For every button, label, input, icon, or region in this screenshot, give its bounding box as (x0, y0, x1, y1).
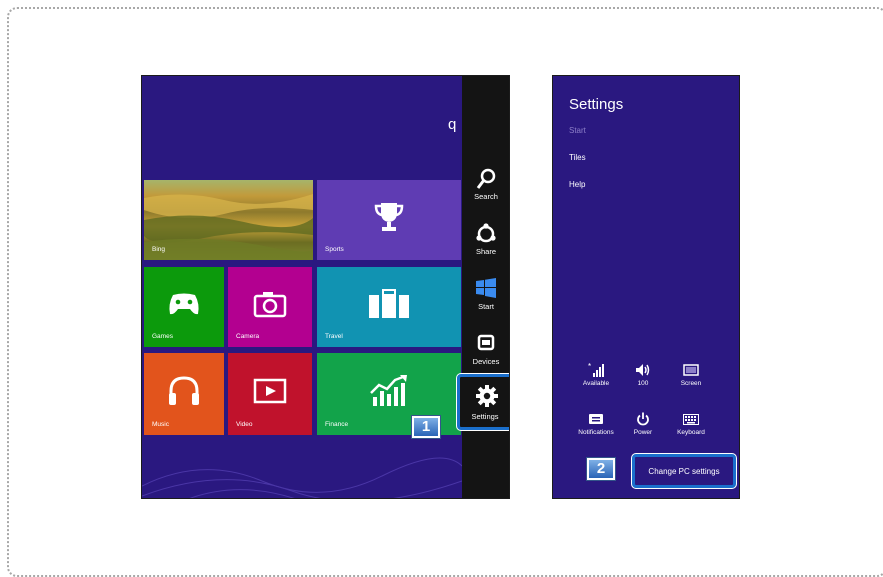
notifications-icon (589, 414, 603, 424)
tile-video[interactable]: Video (228, 353, 312, 435)
finance-chart-icon (370, 374, 407, 406)
change-pc-settings-button[interactable]: Change PC settings (632, 454, 736, 488)
quick-setting-volume[interactable]: 100 (620, 363, 666, 387)
tile-label: Camera (236, 333, 260, 340)
tile-label: Video (236, 421, 253, 428)
charm-label: Share (475, 247, 496, 256)
tile-label: Travel (325, 333, 343, 340)
power-icon (637, 412, 649, 426)
quick-setting-label: Screen (680, 380, 702, 387)
quick-setting-label: Available (582, 380, 610, 387)
share-icon (476, 223, 496, 243)
devices-icon (477, 334, 495, 351)
camera-icon (253, 291, 287, 318)
headphones-icon (169, 376, 199, 405)
tile-travel[interactable]: Travel (317, 267, 461, 347)
video-player-icon (253, 378, 287, 403)
landscape-image (144, 194, 313, 260)
charm-devices[interactable]: Devices (462, 327, 509, 377)
background-swirl (142, 457, 462, 498)
tile-games[interactable]: Games (144, 267, 224, 347)
tile-label: Finance (325, 421, 349, 428)
windows-logo-icon (476, 278, 496, 298)
quick-setting-notifications[interactable]: Notifications (573, 412, 619, 436)
search-icon (476, 168, 496, 189)
quick-setting-label: Power (633, 429, 653, 436)
quick-setting-label: Notifications (578, 429, 614, 436)
tile-label: Bing (152, 246, 166, 253)
settings-item-start[interactable]: Start (569, 126, 586, 135)
settings-item-tiles[interactable]: Tiles (569, 153, 586, 162)
quick-setting-screen[interactable]: Screen (668, 363, 714, 387)
charm-label: Search (474, 192, 498, 201)
charm-label: Devices (472, 357, 500, 366)
quick-setting-label: Keyboard (677, 429, 705, 436)
settings-item-help[interactable]: Help (569, 180, 585, 189)
start-screen: q Bing Sports Games Camera Travel Music … (141, 75, 510, 499)
quick-setting-label: 100 (637, 380, 649, 387)
step-1-badge: 1 (412, 416, 440, 438)
settings-title: Settings (569, 96, 624, 113)
settings-pane: Settings Start Tiles Help * Available 10… (552, 75, 740, 499)
charm-start[interactable]: Start (462, 272, 509, 322)
tile-label: Music (152, 421, 169, 428)
charm-search[interactable]: Search (462, 162, 509, 212)
step-2-badge: 2 (587, 458, 615, 480)
tile-sports[interactable]: Sports (317, 180, 461, 260)
charms-bar: Search Share Start Devices Settings (457, 76, 509, 498)
svg-text:*: * (588, 363, 591, 371)
screen-brightness-icon (683, 364, 699, 376)
tile-camera[interactable]: Camera (228, 267, 312, 347)
suitcase-icon (369, 288, 409, 318)
charm-label: Settings (471, 412, 499, 421)
search-text: q (448, 116, 457, 133)
speaker-icon (636, 364, 650, 376)
tile-label: Sports (325, 246, 344, 253)
charm-settings[interactable]: Settings (457, 374, 509, 430)
keyboard-icon (683, 413, 699, 425)
trophy-icon (374, 202, 404, 231)
quick-setting-keyboard[interactable]: Keyboard (668, 412, 714, 436)
network-signal-icon: * (588, 363, 604, 377)
gamepad-icon (169, 293, 199, 314)
charm-label: Start (478, 302, 494, 311)
tile-bing[interactable]: Bing (144, 180, 313, 260)
charm-share[interactable]: Share (462, 217, 509, 267)
change-pc-settings-label: Change PC settings (648, 466, 720, 476)
gear-icon (476, 385, 498, 407)
tile-music[interactable]: Music (144, 353, 224, 435)
quick-setting-network[interactable]: * Available (573, 363, 619, 387)
quick-setting-power[interactable]: Power (620, 412, 666, 436)
tile-label: Games (152, 333, 173, 340)
